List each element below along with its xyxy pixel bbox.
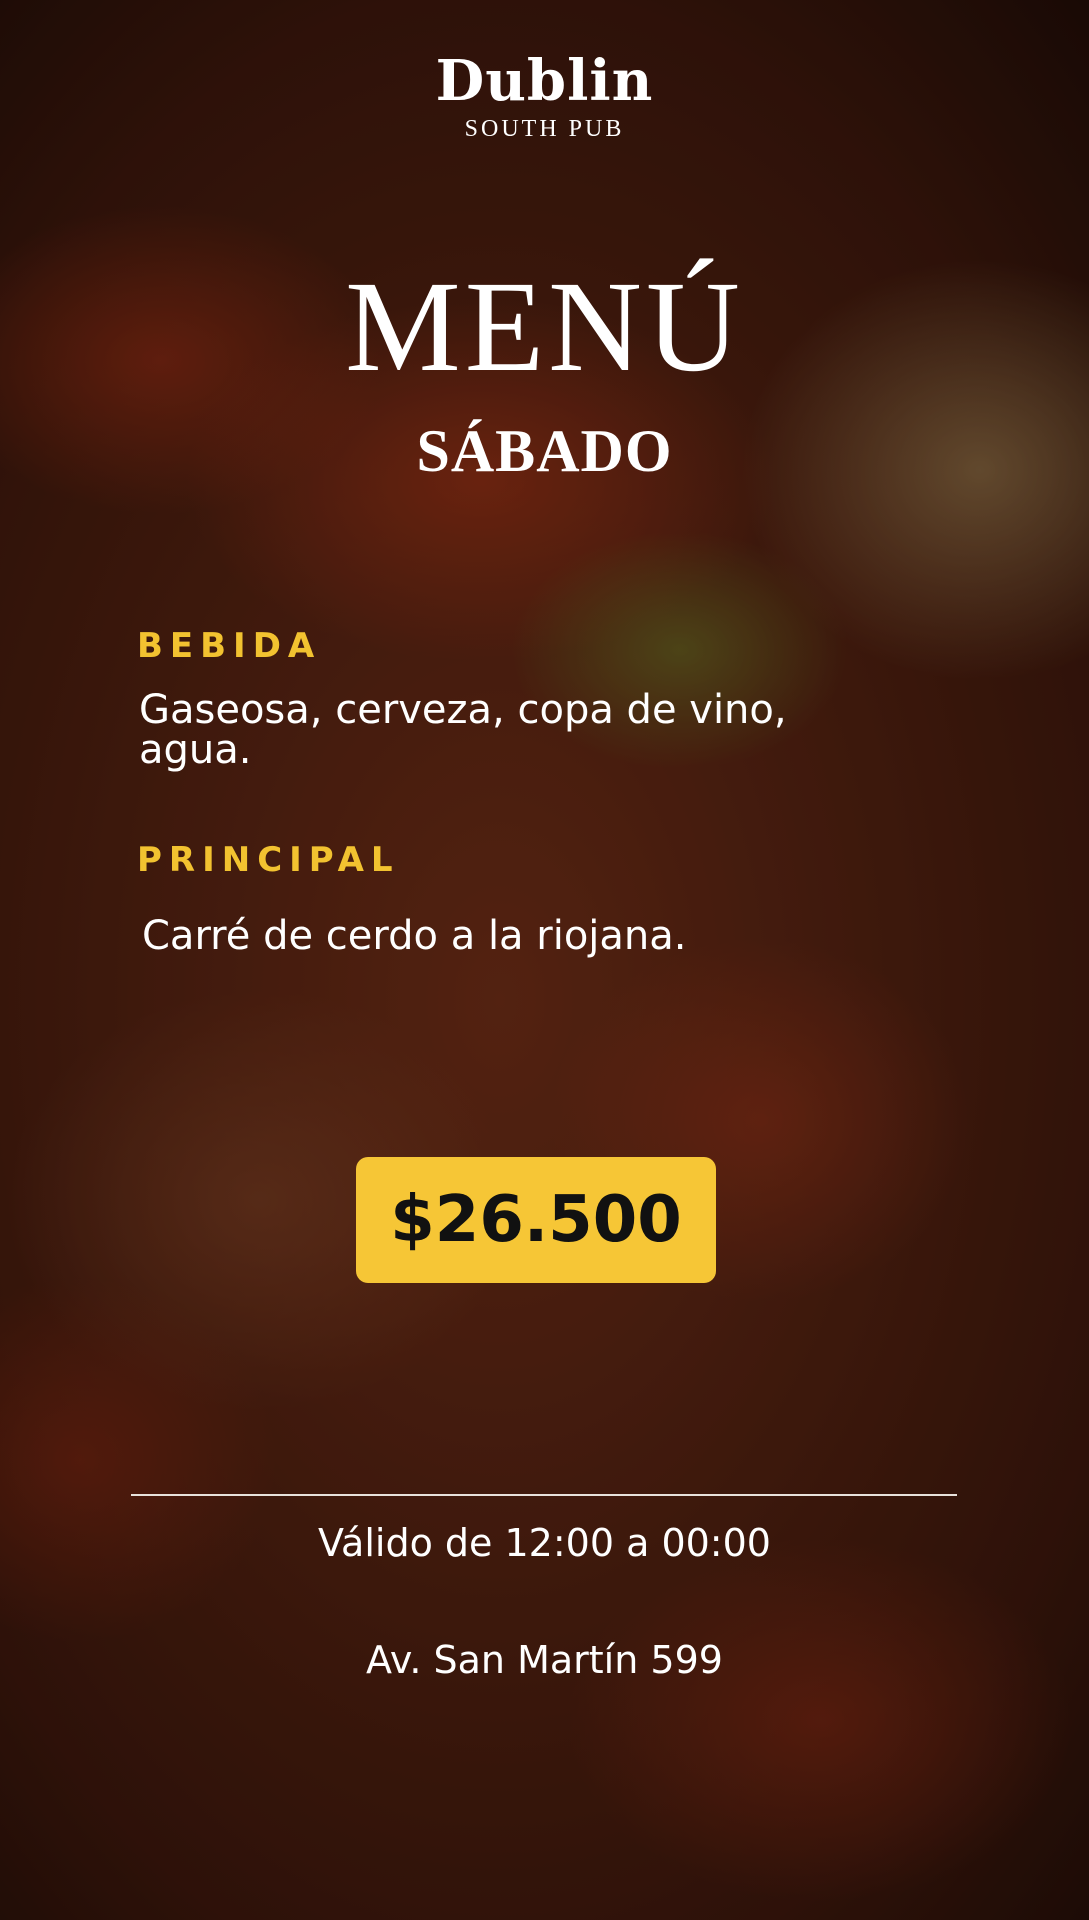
drink-section-text: Gaseosa, cerveza, copa de vino, agua. [139, 687, 787, 773]
pub-logo: Dublin SOUTH PUB [0, 48, 1089, 144]
price-badge: $26.500 [356, 1157, 716, 1283]
menu-title: MENÚ [345, 255, 744, 399]
main-section-text: Carré de cerdo a la riojana. [142, 913, 687, 959]
logo-name: Dublin [435, 48, 654, 114]
drink-section-label: BEBIDA [137, 626, 322, 666]
logo-subtitle: SOUTH PUB [464, 116, 625, 142]
valid-hours: Válido de 12:00 a 00:00 [318, 1521, 771, 1565]
menu-day: SÁBADO [416, 418, 673, 484]
main-section-label: PRINCIPAL [137, 840, 400, 880]
divider [131, 1494, 957, 1496]
address: Av. San Martín 599 [366, 1638, 723, 1682]
